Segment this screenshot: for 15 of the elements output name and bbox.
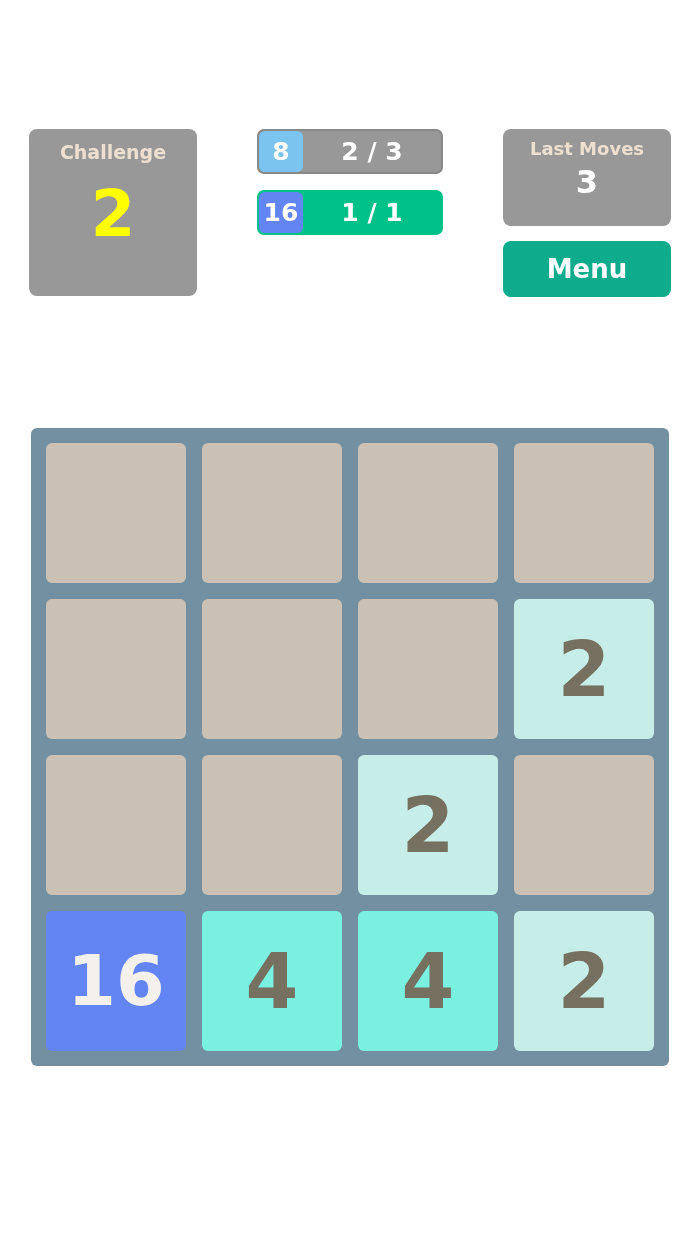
number-tile: 16 [46,911,186,1051]
goal-progress: 2 / 3 [340,137,404,166]
number-tile: 2 [514,599,654,739]
number-tile: 4 [202,911,342,1051]
number-tile: 2 [358,755,498,895]
challenge-label: Challenge [59,141,167,163]
last-moves-label: Last Moves [529,138,645,159]
goal-tile: 8 [259,131,303,172]
goal-progress: 1 / 1 [340,198,404,227]
menu-button[interactable]: Menu [503,241,671,297]
challenge-value: 2 [90,177,136,251]
goal-tile: 16 [259,192,303,233]
last-moves-value: 3 [575,163,599,201]
number-tile: 4 [358,911,498,1051]
number-tile: 2 [514,911,654,1051]
